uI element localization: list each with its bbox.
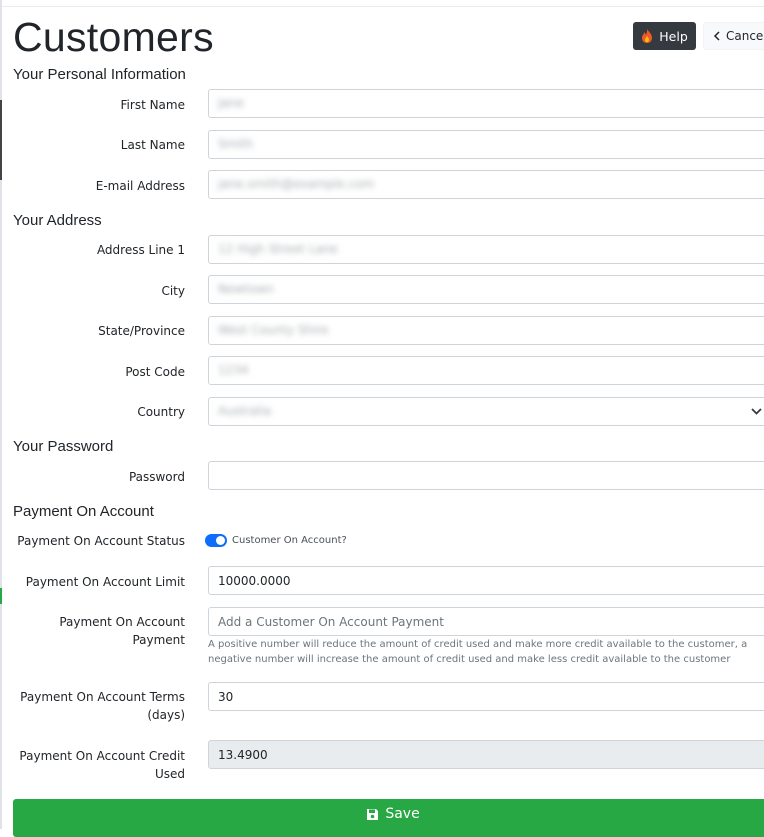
payment-terms-input[interactable] — [208, 682, 764, 711]
email-label: E-mail Address — [95, 179, 185, 193]
first-name-input[interactable]: Jane — [208, 89, 764, 118]
payment-status-label: Payment On Account Status — [17, 534, 185, 548]
chevron-down-icon — [751, 408, 762, 415]
password-input[interactable] — [208, 461, 764, 490]
country-select-box: Australia — [208, 397, 764, 426]
postcode-input[interactable]: 1234 — [208, 356, 764, 385]
save-button-label: Save — [385, 806, 420, 822]
payment-credit-input — [208, 740, 764, 769]
city-label: City — [161, 284, 185, 298]
save-button[interactable]: Save — [13, 799, 764, 837]
chevron-left-icon — [713, 31, 720, 41]
state-label: State/Province — [98, 324, 185, 338]
payment-terms-label: Payment On Account Terms (days) — [20, 690, 185, 722]
cancel-button[interactable]: Cancel — [703, 22, 764, 50]
save-icon — [367, 808, 379, 820]
city-input[interactable]: Newtown — [208, 275, 764, 304]
address-line1-input[interactable]: 12 High Street Lane — [208, 235, 764, 264]
country-label: Country — [137, 405, 185, 419]
top-border — [0, 0, 764, 7]
payment-payment-label: Payment On Account Payment — [59, 615, 185, 647]
customer-on-account-toggle[interactable] — [205, 534, 227, 547]
last-name-label: Last Name — [120, 138, 185, 152]
section-heading-password: Your Password — [13, 438, 114, 455]
page-title: Customers — [13, 14, 214, 60]
state-input[interactable]: West County Shire — [208, 316, 764, 345]
cancel-button-label: Cancel — [726, 29, 764, 43]
flame-icon — [642, 29, 653, 43]
address-line1-label: Address Line 1 — [96, 243, 185, 257]
help-button-label: Help — [659, 28, 688, 44]
left-edge-mark — [0, 100, 2, 180]
payment-limit-input[interactable] — [208, 566, 764, 595]
email-input[interactable]: jane.smith@example.com — [208, 170, 764, 199]
help-button[interactable]: Help — [633, 22, 696, 50]
country-select[interactable]: Australia — [208, 397, 764, 426]
section-heading-personal: Your Personal Information — [13, 66, 186, 83]
payment-credit-label: Payment On Account Credit Used — [19, 749, 185, 781]
password-label: Password — [128, 470, 185, 484]
payment-limit-label: Payment On Account Limit — [25, 575, 185, 589]
left-edge-mark-green — [0, 588, 2, 604]
postcode-label: Post Code — [125, 365, 185, 379]
section-heading-payment: Payment On Account — [13, 503, 154, 520]
payment-payment-input[interactable] — [208, 607, 764, 636]
last-name-input[interactable]: Smith — [208, 130, 764, 159]
customer-on-account-toggle-label: Customer On Account? — [232, 535, 347, 546]
first-name-label: First Name — [120, 98, 185, 112]
payment-help-text: A positive number will reduce the amount… — [208, 639, 748, 665]
section-heading-address: Your Address — [13, 212, 102, 229]
